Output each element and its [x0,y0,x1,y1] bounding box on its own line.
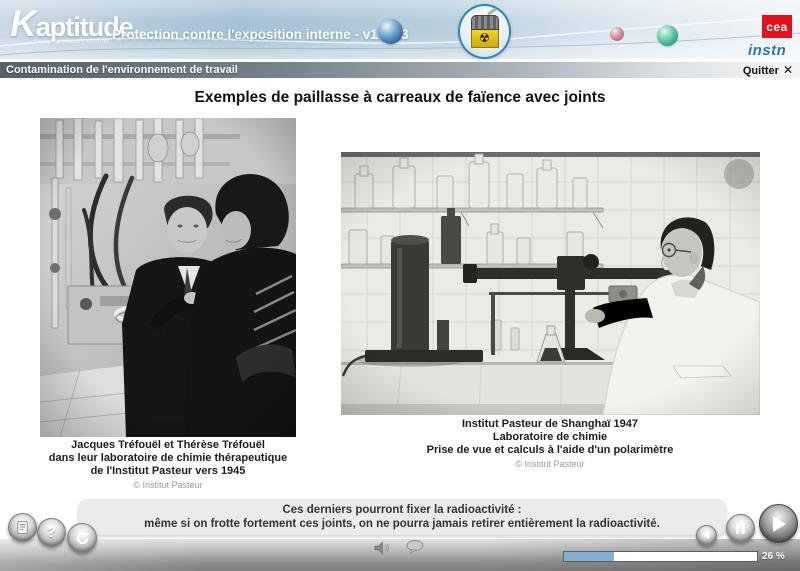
caption-line: Jacques Tréfouël et Thérèse Tréfouël [18,439,318,452]
drum-body: ☢ [471,30,499,48]
message-line-1: Ces derniers pourront fixer la radioacti… [282,503,521,517]
speaker-button[interactable] [374,541,391,560]
section-title: Contamination de l'environnement de trav… [6,62,238,78]
drum-lid [471,15,499,30]
subtitles-button[interactable] [406,540,424,559]
notes-icon [15,520,30,535]
right-photo-caption: Institut Pasteur de Shanghaï 1947 Labora… [340,418,760,471]
speaker-icon [374,541,391,555]
photo-credit: © Institut Pasteur [340,458,760,471]
quit-button[interactable]: Quitter ✕ [743,62,793,79]
replay-button[interactable] [67,523,97,553]
decorative-sphere-blue [378,19,403,44]
replay-icon [75,531,90,546]
left-photo-image [40,118,296,437]
header: Kaptitude elearning | santé | sécurité P… [0,0,800,59]
drum-graphic: ☢ [471,15,499,49]
progress-bar [563,551,758,562]
right-photo-graphic [341,152,760,415]
course-title: Protection contre l'exposition interne -… [112,27,409,42]
page-title: Exemples de paillasse à carreaux de faïe… [0,89,800,107]
notes-button[interactable] [8,513,37,542]
pause-button[interactable] [726,514,755,543]
caption-line: Prise de vue et calculs à l'aide d'un po… [340,444,760,457]
instn-logo: instn [748,42,786,59]
photo-credit: © Institut Pasteur [18,479,318,492]
help-button[interactable]: ? [37,518,66,547]
radiation-trefoil-icon: ☢ [479,32,490,44]
radioactive-drum-icon: ☢ [458,4,511,59]
decorative-sphere-pink [610,27,624,41]
progress-percentage: 26 % [762,551,785,562]
progress-fill [564,552,614,561]
right-photo-image [341,152,760,415]
decorative-sphere-teal [657,25,678,46]
play-button[interactable] [759,504,798,543]
narration-message-box: Ces derniers pourront fixer la radioacti… [78,499,726,535]
left-photo-caption: Jacques Tréfouël et Thérèse Tréfouël dan… [18,439,318,492]
section-bar: Contamination de l'environnement de trav… [0,61,800,79]
close-icon: ✕ [783,63,793,77]
caption-line: de l'Institut Pasteur vers 1945 [18,465,318,478]
pause-icon [735,523,746,535]
left-photo-graphic [40,118,296,437]
caption-line: Institut Pasteur de Shanghaï 1947 [340,418,760,431]
caption-line: Laboratoire de chimie [340,431,760,444]
previous-button[interactable] [696,525,717,546]
help-icon: ? [47,524,56,541]
application-window: Kaptitude elearning | santé | sécurité P… [0,0,800,571]
message-line-2: même si on frotte fortement ces joints, … [144,517,660,531]
play-icon [771,515,787,533]
cea-logo: cea [762,15,792,38]
drum-handle [487,7,497,15]
previous-icon [702,531,711,540]
speech-bubble-icon [406,540,424,554]
caption-line: dans leur laboratoire de chimie thérapeu… [18,452,318,465]
quit-label: Quitter [743,65,779,77]
